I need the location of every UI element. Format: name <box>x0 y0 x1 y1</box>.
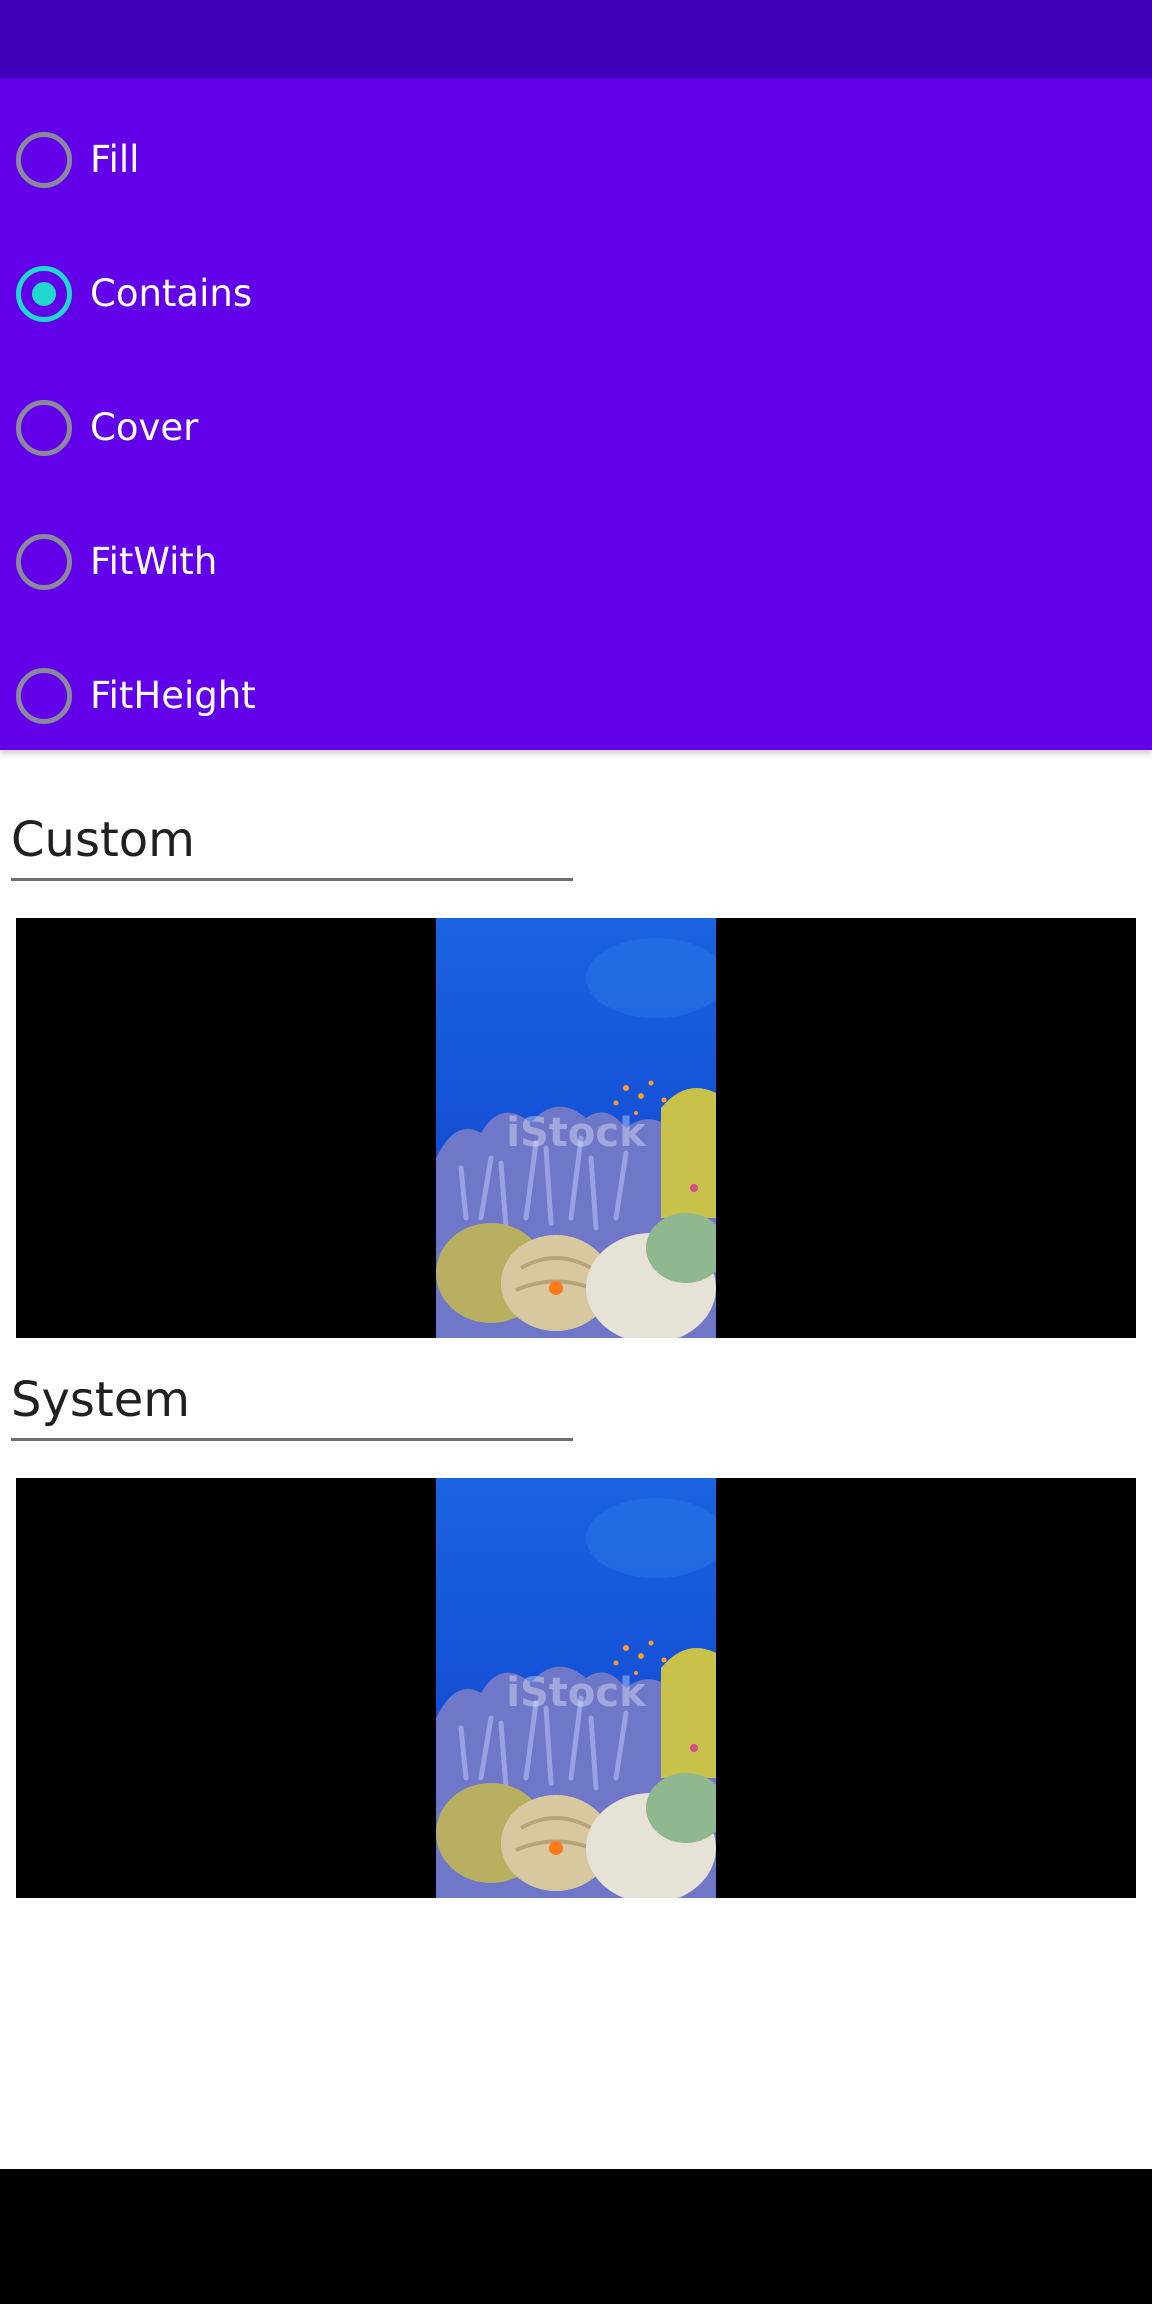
radio-button-icon[interactable] <box>16 266 72 322</box>
radio-option-cover[interactable]: Cover <box>0 360 1152 494</box>
system-video-player[interactable]: iStock <box>16 1478 1136 1898</box>
custom-video-player[interactable]: iStock <box>16 918 1136 1338</box>
watermark-text: iStock <box>506 1110 647 1156</box>
radio-option-fitheight[interactable]: FitHeight <box>0 628 1152 762</box>
radio-label: Cover <box>90 406 199 449</box>
radio-dot-icon <box>32 282 56 306</box>
radio-label: FitHeight <box>90 674 256 717</box>
radio-button-icon[interactable] <box>16 534 72 590</box>
coral-reef-image: iStock <box>436 1478 716 1898</box>
radio-option-contains[interactable]: Contains <box>0 226 1152 360</box>
video-frame: iStock <box>436 1478 716 1898</box>
radio-button-icon[interactable] <box>16 400 72 456</box>
scale-mode-panel: Fill Contains Cover FitWith FitHeight <box>0 78 1152 750</box>
status-bar <box>0 0 1152 78</box>
radio-button-icon[interactable] <box>16 668 72 724</box>
video-frame: iStock <box>436 918 716 1338</box>
custom-section-title: Custom <box>11 812 573 881</box>
system-section-title: System <box>11 1372 573 1441</box>
radio-option-fill[interactable]: Fill <box>0 92 1152 226</box>
radio-label: Contains <box>90 272 253 315</box>
radio-label: FitWith <box>90 540 218 583</box>
coral-reef-image: iStock <box>436 918 716 1338</box>
watermark-text: iStock <box>506 1670 647 1716</box>
radio-option-fitwith[interactable]: FitWith <box>0 494 1152 628</box>
navigation-bar <box>0 2169 1152 2304</box>
radio-label: Fill <box>90 138 140 181</box>
radio-button-icon[interactable] <box>16 132 72 188</box>
